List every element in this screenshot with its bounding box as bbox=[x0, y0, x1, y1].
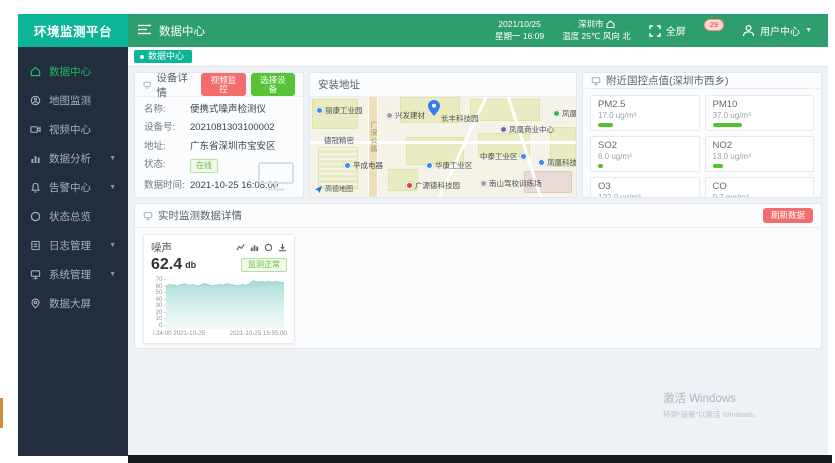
video-camera-icon bbox=[30, 126, 41, 133]
road-name-label: 广深公路 bbox=[370, 121, 377, 153]
device-addr-row: 地址: 广东省深圳市宝安区 bbox=[144, 140, 276, 152]
weather-icon bbox=[606, 20, 615, 29]
realtime-panel-title: 实时监测数据详情 bbox=[158, 210, 242, 222]
fullscreen-icon bbox=[649, 24, 661, 37]
device-monitor-illustration bbox=[258, 162, 294, 191]
device-location-pin-icon[interactable] bbox=[428, 100, 440, 116]
air-panel-title: 附近国控点值(深圳市西乡) bbox=[606, 75, 729, 87]
purple-poi-icon bbox=[500, 126, 507, 133]
top-header: 环境监测平台 数据中心 2021/10/25 星期一 16:09 深圳市 温度 … bbox=[18, 14, 828, 47]
home-icon bbox=[30, 66, 41, 77]
device-detail-panel: 设备详情 视频监控 选择设备 名称: 便携式噪声检测仪 设备号: 202108130… bbox=[134, 72, 304, 198]
blue-poi-icon bbox=[519, 153, 527, 160]
green-poi-icon bbox=[553, 110, 560, 117]
pm25-level-bar bbox=[598, 123, 613, 127]
device-sn-row: 设备号: 2021081303100002 bbox=[144, 122, 275, 134]
sidebar-item-alert-center[interactable]: 告警中心 ▼ bbox=[18, 173, 128, 202]
air-panel-icon bbox=[591, 76, 601, 85]
sidebar-item-system-management[interactable]: 系统管理 ▼ bbox=[18, 260, 128, 289]
install-address-panel: 安装地址 广深公路 丽康工业园 兴发建材 长丰科技园 凤凰商业中心 凤凰 德冠精… bbox=[309, 72, 577, 198]
air-tile-o3: O3 122.0 ug/m³ bbox=[590, 177, 700, 197]
bell-icon bbox=[30, 182, 41, 193]
monitor-icon bbox=[30, 270, 41, 280]
noise-metric-card: 噪声 62.4 db 监测正常 706050 bbox=[143, 234, 295, 344]
amap-arrow-icon bbox=[314, 185, 323, 193]
amap-logo: 高德地图 bbox=[314, 184, 353, 194]
chevron-down-icon: ▼ bbox=[109, 155, 116, 162]
fullscreen-button[interactable]: 全屏 bbox=[649, 23, 686, 38]
air-tile-pm25: PM2.5 17.0 ug/m³ bbox=[590, 95, 700, 131]
air-tile-co: CO 0.7 mg/m³ bbox=[704, 177, 814, 197]
notification-badge[interactable]: 29 bbox=[703, 18, 725, 31]
tab-bar: 数据中心 bbox=[128, 47, 828, 67]
device-panel-icon bbox=[143, 81, 151, 89]
weather-display: 深圳市 温度 25℃ 风向 北 bbox=[562, 19, 631, 41]
map-canvas[interactable]: 广深公路 丽康工业园 兴发建材 长丰科技园 凤凰商业中心 凤凰 德冠精密 平成电… bbox=[310, 97, 576, 197]
sidebar-item-data-analysis[interactable]: 数据分析 ▼ bbox=[18, 144, 128, 173]
air-tile-no2: NO2 13.0 ug/m³ bbox=[704, 136, 814, 172]
chevron-down-icon: ▼ bbox=[109, 184, 116, 191]
video-monitor-button[interactable]: 视频监控 bbox=[201, 73, 246, 96]
sidebar-item-data-bigscreen[interactable]: 数据大屏 bbox=[18, 289, 128, 318]
realtime-panel-icon bbox=[143, 211, 153, 220]
breadcrumb: 数据中心 bbox=[159, 25, 205, 38]
pm10-level-bar bbox=[712, 123, 743, 127]
taskbar-strip bbox=[128, 455, 832, 463]
sidebar-item-log-management[interactable]: 日志管理 ▼ bbox=[18, 231, 128, 260]
monitoring-ok-badge: 监测正常 bbox=[241, 258, 287, 272]
blue-poi-icon bbox=[538, 159, 545, 166]
sidebar-item-data-center[interactable]: 数据中心 bbox=[18, 57, 128, 86]
noise-unit: db bbox=[185, 260, 197, 270]
refresh-data-button[interactable]: 刷新数据 bbox=[762, 208, 813, 223]
user-center-menu[interactable]: 用户中心 ▼ bbox=[742, 23, 812, 38]
line-chart-icon[interactable] bbox=[236, 243, 245, 252]
air-tile-pm10: PM10 37.0 ug/m³ bbox=[704, 95, 814, 131]
blue-poi-icon bbox=[344, 162, 351, 169]
gray-poi-icon bbox=[480, 180, 487, 187]
refresh-icon[interactable] bbox=[264, 243, 273, 252]
device-name-row: 名称: 便携式噪声检测仪 bbox=[144, 104, 267, 115]
chevron-down-icon: ▼ bbox=[805, 27, 812, 34]
noise-chart-svg bbox=[166, 280, 284, 329]
screen-edge-accent bbox=[0, 398, 3, 428]
blue-poi-icon bbox=[426, 162, 433, 169]
active-dot-icon bbox=[140, 54, 144, 59]
noise-chart-yticks: 706050403020100 bbox=[151, 277, 166, 329]
air-tile-so2: SO2 6.0 ug/m³ bbox=[590, 136, 700, 172]
noise-value: 62.4 bbox=[151, 256, 183, 273]
realtime-data-panel: 实时监测数据详情 刷新数据 噪声 62.4 db 监测正常 70 - 60 - … bbox=[134, 203, 822, 349]
blue-poi-icon bbox=[316, 107, 323, 114]
air-quality-panel: 附近国控点值(深圳市西乡) PM2.5 17.0 ug/m³ PM10 37.0… bbox=[582, 72, 822, 198]
device-panel-title: 设备详情 bbox=[156, 72, 188, 99]
no2-level-bar bbox=[712, 164, 723, 168]
user-icon bbox=[742, 24, 755, 37]
status-circle-icon bbox=[30, 211, 41, 222]
location-pin-icon bbox=[31, 298, 40, 309]
sidebar-item-status-overview[interactable]: 状态总览 bbox=[18, 202, 128, 231]
so2-level-bar bbox=[598, 164, 603, 168]
chevron-down-icon: ▼ bbox=[109, 271, 116, 278]
map-panel-title: 安装地址 bbox=[318, 79, 360, 91]
online-status-badge: 在线 bbox=[190, 159, 218, 173]
bar-chart-icon bbox=[31, 156, 40, 164]
chevron-down-icon: ▼ bbox=[109, 242, 116, 249]
sidebar-item-map-monitor[interactable]: 地图监测 bbox=[18, 86, 128, 115]
select-device-button[interactable]: 选择设备 bbox=[250, 73, 295, 96]
download-icon[interactable] bbox=[278, 243, 287, 252]
menu-collapse-icon[interactable] bbox=[138, 22, 151, 40]
windows-activation-watermark: 激活 Windows 转到“设置”以激活 Windows。 bbox=[663, 393, 761, 419]
map-pin-icon bbox=[30, 95, 41, 106]
red-poi-icon bbox=[406, 182, 413, 189]
document-icon bbox=[31, 240, 40, 251]
sidebar-nav: 数据中心 地图监测 视频中心 数据分析 ▼ 告警中心 ▼ 状态总览 日志管理 ▼ bbox=[18, 47, 128, 456]
noise-card-title: 噪声 bbox=[151, 242, 172, 254]
tab-data-center[interactable]: 数据中心 bbox=[134, 50, 193, 63]
bar-chart-icon[interactable] bbox=[250, 243, 259, 252]
brand-logo: 环境监测平台 bbox=[18, 14, 128, 47]
noise-chart-xlabels: 2021-10-25 15:24:00 2021-10-25 15:55:00 bbox=[153, 330, 287, 337]
datetime-display: 2021/10/25 星期一 16:09 bbox=[494, 19, 545, 41]
sidebar-item-video-center[interactable]: 视频中心 bbox=[18, 115, 128, 144]
gray-poi-icon bbox=[386, 112, 393, 119]
